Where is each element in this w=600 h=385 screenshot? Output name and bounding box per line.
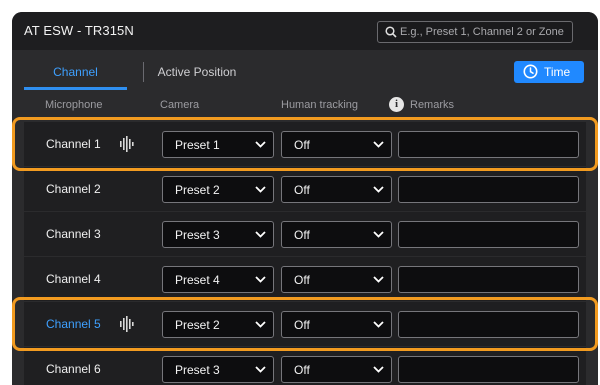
remarks-input[interactable] (399, 132, 578, 157)
camera-preset-value: Preset 1 (175, 138, 220, 152)
remarks-input[interactable] (399, 177, 578, 202)
camera-preset-value: Preset 4 (175, 273, 220, 287)
chevron-down-icon (373, 186, 384, 193)
chevron-down-icon (255, 186, 266, 193)
chevron-down-icon (255, 231, 266, 238)
human-tracking-select[interactable]: Off (281, 356, 392, 383)
remarks-field[interactable] (398, 131, 579, 158)
tab-active-position-label: Active Position (157, 65, 237, 79)
camera-preset-value: Preset 3 (175, 228, 220, 242)
chevron-down-icon (373, 366, 384, 373)
chevron-down-icon (373, 321, 384, 328)
time-button[interactable]: Time (514, 61, 584, 83)
human-tracking-value: Off (294, 228, 310, 242)
channel-row-6: Channel 6 Preset 3 Off (24, 347, 586, 385)
header-human-tracking: Human tracking (281, 99, 359, 111)
camera-preset-select[interactable]: Preset 3 (162, 221, 274, 248)
remarks-field[interactable] (398, 176, 579, 203)
chevron-down-icon (255, 276, 266, 283)
remarks-field[interactable] (398, 221, 579, 248)
remarks-input[interactable] (399, 267, 578, 292)
camera-preset-select[interactable]: Preset 3 (162, 356, 274, 383)
chevron-down-icon (255, 321, 266, 328)
search-box[interactable] (377, 21, 573, 43)
human-tracking-value: Off (294, 183, 310, 197)
camera-preset-select[interactable]: Preset 2 (162, 176, 274, 203)
human-tracking-value: Off (294, 318, 310, 332)
channel-label: Channel 4 (46, 272, 101, 286)
channel-label: Channel 1 (46, 137, 101, 151)
camera-preset-value: Preset 3 (175, 363, 220, 377)
channel-row-4: Channel 4 Preset 4 Off (24, 257, 586, 301)
human-tracking-value: Off (294, 138, 310, 152)
header-remarks: Remarks (410, 99, 455, 111)
header-microphone: Microphone (45, 99, 103, 111)
remarks-field[interactable] (398, 356, 579, 383)
channel-label: Channel 2 (46, 182, 101, 196)
chevron-down-icon (373, 276, 384, 283)
tab-channel[interactable]: Channel (24, 60, 127, 90)
camera-preset-value: Preset 2 (175, 318, 220, 332)
active-tab-indicator (24, 87, 127, 90)
time-button-label: Time (544, 65, 571, 79)
remarks-field[interactable] (398, 266, 579, 293)
app-title: AT ESW - TR315N (24, 23, 134, 38)
tab-bar: Channel Active Position Time (24, 60, 586, 90)
tab-active-position[interactable]: Active Position (152, 60, 242, 90)
audio-wave-icon (120, 136, 134, 152)
human-tracking-value: Off (294, 363, 310, 377)
chevron-down-icon (373, 141, 384, 148)
info-icon[interactable]: i (389, 97, 404, 112)
human-tracking-select[interactable]: Off (281, 131, 392, 158)
human-tracking-value: Off (294, 273, 310, 287)
human-tracking-select[interactable]: Off (281, 176, 392, 203)
column-headers: Microphone Camera Human tracking i Remar… (12, 96, 598, 116)
search-icon (385, 26, 397, 38)
channel-row-3: Channel 3 Preset 3 Off (24, 212, 586, 256)
human-tracking-select[interactable]: Off (281, 311, 392, 338)
human-tracking-select[interactable]: Off (281, 266, 392, 293)
search-input[interactable] (400, 24, 570, 40)
remarks-field[interactable] (398, 311, 579, 338)
channel-label: Channel 5 (46, 317, 101, 331)
channel-row-5: Channel 5 Preset 2 Off (24, 302, 586, 346)
app-window: AT ESW - TR315N Channel Active Position … (12, 12, 598, 385)
header-camera: Camera (160, 99, 200, 111)
remarks-input[interactable] (399, 312, 578, 337)
camera-preset-select[interactable]: Preset 4 (162, 266, 274, 293)
camera-preset-value: Preset 2 (175, 183, 220, 197)
chevron-down-icon (373, 231, 384, 238)
channel-row-1: Channel 1 Preset 1 Off (24, 122, 586, 166)
camera-preset-select[interactable]: Preset 1 (162, 131, 274, 158)
title-bar: AT ESW - TR315N (12, 12, 598, 50)
chevron-down-icon (255, 141, 266, 148)
human-tracking-select[interactable]: Off (281, 221, 392, 248)
tab-channel-label: Channel (53, 65, 98, 79)
remarks-input[interactable] (399, 357, 578, 382)
chevron-down-icon (255, 366, 266, 373)
clock-icon (523, 64, 538, 79)
camera-preset-select[interactable]: Preset 2 (162, 311, 274, 338)
channel-row-2: Channel 2 Preset 2 Off (24, 167, 586, 211)
channel-label: Channel 3 (46, 227, 101, 241)
channel-label: Channel 6 (46, 362, 101, 376)
audio-wave-icon (120, 316, 134, 332)
remarks-input[interactable] (399, 222, 578, 247)
tab-divider (143, 62, 144, 82)
